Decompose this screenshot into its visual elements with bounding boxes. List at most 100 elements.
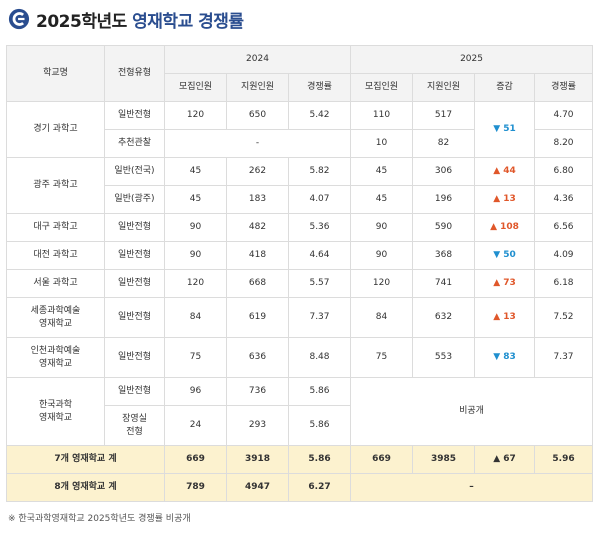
recruit-2025: 45 <box>350 185 413 214</box>
rate-2025: 6.80 <box>533 157 594 186</box>
summary-label: 7개 영재학교 계 <box>6 445 165 474</box>
rate-2024: 5.42 <box>288 101 351 130</box>
school-name: 광주 과학고 <box>6 157 105 214</box>
school-name-line1: 한국과학 <box>38 399 73 410</box>
apply-2024: 293 <box>226 405 289 446</box>
table-row: 인천과학예술 영재학교 일반전형 75 636 8.48 75 553 ▼ 83… <box>6 337 594 378</box>
recruit-2025: 110 <box>350 101 413 130</box>
school-name: 한국과학 영재학교 <box>6 377 105 446</box>
header-2025: 2025 <box>349 45 594 74</box>
logo-icon <box>8 8 30 30</box>
type-cell: 일반전형 <box>104 241 165 270</box>
change-cell: ▲ 67 <box>474 445 535 474</box>
school-name: 경기 과학고 <box>6 101 105 158</box>
apply-2025: 3985 <box>412 445 475 474</box>
apply-2025: 368 <box>412 241 475 270</box>
rate-2025: 8.20 <box>533 129 594 158</box>
header-rate-2025: 경쟁률 <box>533 73 594 102</box>
school-name: 대구 과학고 <box>6 213 105 242</box>
apply-2024: 619 <box>226 297 289 338</box>
summary-row: 7개 영재학교 계 669 3918 5.86 669 3985 ▲ 67 5.… <box>6 445 594 474</box>
change-cell: ▲ 73 <box>474 269 535 298</box>
change-cell: ▼ 83 <box>474 337 535 378</box>
recruit-2025: 120 <box>350 269 413 298</box>
rate-2025: 4.70 <box>533 101 594 130</box>
rate-2024: 5.86 <box>288 445 351 474</box>
school-name-line2: 영재학교 <box>38 318 73 329</box>
recruit-2025: 90 <box>350 213 413 242</box>
recruit-2024: 669 <box>164 445 227 474</box>
rate-2024: 5.86 <box>288 377 351 406</box>
apply-2025: 553 <box>412 337 475 378</box>
table-row: 세종과학예술 영재학교 일반전형 84 619 7.37 84 632 ▲ 13… <box>6 297 594 338</box>
header-type: 전형유형 <box>104 45 165 102</box>
type-cell: 일반전형 <box>104 213 165 242</box>
apply-2024: 4947 <box>226 473 289 502</box>
recruit-2024: 45 <box>164 185 227 214</box>
table-row: 경기 과학고 일반전형 120 650 5.42 110 517 ▼ 51 4.… <box>6 101 594 158</box>
header-recruit-2024: 모집인원 <box>164 73 227 102</box>
recruit-2024: 90 <box>164 241 227 270</box>
change-cell: ▲ 44 <box>474 157 535 186</box>
recruit-2025: 10 <box>350 129 413 158</box>
apply-2024: 650 <box>226 101 289 130</box>
school-name: 대전 과학고 <box>6 241 105 270</box>
rate-2024: 5.86 <box>288 405 351 446</box>
change-cell: ▼ 51 <box>474 101 535 158</box>
type-line2: 전형 <box>126 426 143 437</box>
change-cell: ▲ 13 <box>474 185 535 214</box>
apply-2024: 482 <box>226 213 289 242</box>
rate-2025: 6.56 <box>533 213 594 242</box>
rate-2024: 5.82 <box>288 157 351 186</box>
header-school: 학교명 <box>6 45 105 102</box>
rate-2025: 7.52 <box>533 297 594 338</box>
recruit-2024: 75 <box>164 337 227 378</box>
recruit-2024: 45 <box>164 157 227 186</box>
page-title: 2025학년도 영재학교 경쟁률 <box>36 7 244 32</box>
recruit-2025: 84 <box>350 297 413 338</box>
recruit-2024: 120 <box>164 101 227 130</box>
footnote: ※ 한국과학영재학교 2025학년도 경쟁률 비공개 <box>8 514 191 524</box>
school-name-line2: 영재학교 <box>38 358 73 369</box>
rate-2025: 4.09 <box>533 241 594 270</box>
apply-2025: 196 <box>412 185 475 214</box>
apply-2024: 668 <box>226 269 289 298</box>
school-name: 세종과학예술 영재학교 <box>6 297 105 338</box>
change-cell: ▲ 13 <box>474 297 535 338</box>
header-recruit-2025: 모집인원 <box>350 73 413 102</box>
rate-2024: 5.57 <box>288 269 351 298</box>
apply-2025: 741 <box>412 269 475 298</box>
header-change: 증감 <box>474 73 535 102</box>
rate-2025: 6.18 <box>533 269 594 298</box>
table-row: 대전 과학고 일반전형 90 418 4.64 90 368 ▼ 50 4.09 <box>6 241 594 270</box>
apply-2025: 590 <box>412 213 475 242</box>
change-cell: ▲ 108 <box>474 213 535 242</box>
rate-2025: 4.36 <box>533 185 594 214</box>
recruit-2024: 90 <box>164 213 227 242</box>
type-cell: 일반(광주) <box>104 185 165 214</box>
type-line1: 장영실 <box>122 413 147 424</box>
competition-table: 학교명 전형유형 2024 2025 모집인원 지원인원 경쟁률 모집인원 지원… <box>6 45 594 502</box>
header-2024: 2024 <box>164 45 351 74</box>
recruit-2024: 96 <box>164 377 227 406</box>
school-name-line2: 영재학교 <box>38 412 73 423</box>
apply-2025: 632 <box>412 297 475 338</box>
recruit-2024: 84 <box>164 297 227 338</box>
rate-2024: 7.37 <box>288 297 351 338</box>
table-row: 대구 과학고 일반전형 90 482 5.36 90 590 ▲ 108 6.5… <box>6 213 594 242</box>
summary-label: 8개 영재학교 계 <box>6 473 165 502</box>
type-cell: 일반전형 <box>104 269 165 298</box>
undisclosed-cell: 비공개 <box>349 377 594 446</box>
apply-2024: 736 <box>226 377 289 406</box>
type-cell: 일반(전국) <box>104 157 165 186</box>
header-rate-2024: 경쟁률 <box>288 73 351 102</box>
apply-2025: 517 <box>412 101 475 130</box>
rate-2025: 5.96 <box>533 445 594 474</box>
recruit-2025: 90 <box>350 241 413 270</box>
recruit-2024: 24 <box>164 405 227 446</box>
rate-2024: 4.07 <box>288 185 351 214</box>
page-header: 2025학년도 영재학교 경쟁률 <box>8 5 244 33</box>
type-cell: 일반전형 <box>104 297 165 338</box>
title-year: 2025학년도 <box>36 11 127 32</box>
rate-2024: 6.27 <box>288 473 351 502</box>
